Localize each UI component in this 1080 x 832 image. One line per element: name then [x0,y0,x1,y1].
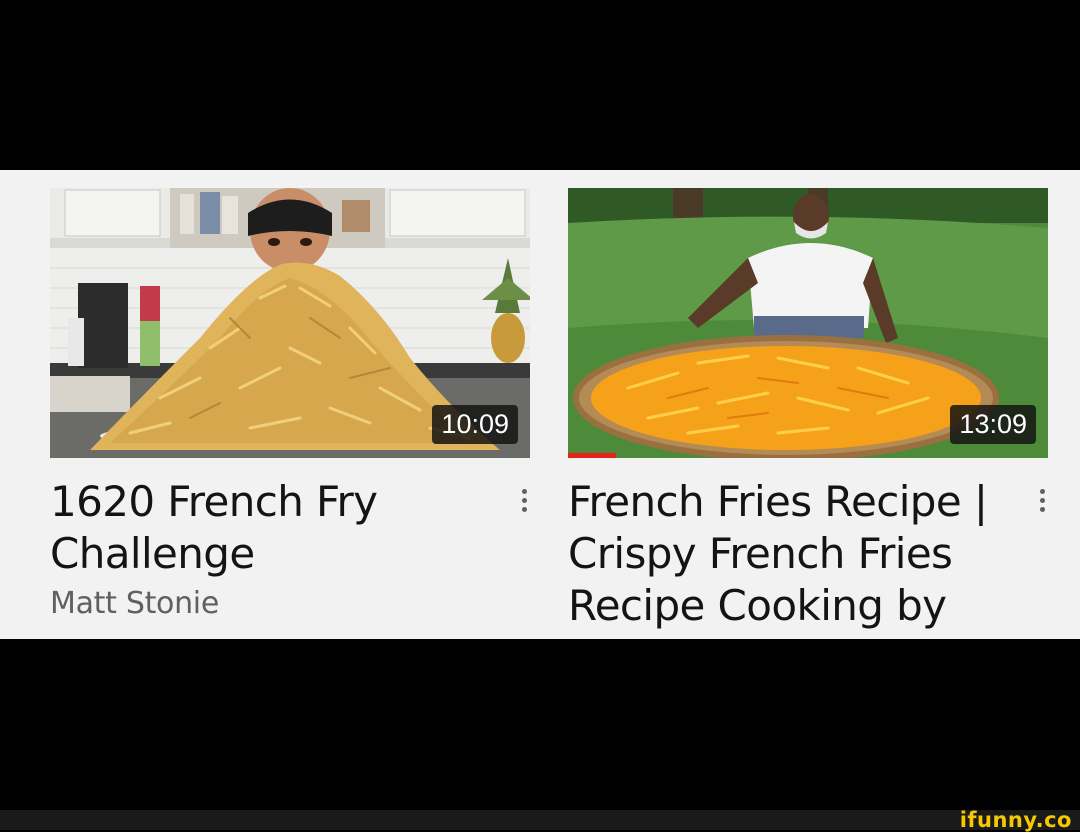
more-vert-icon[interactable] [512,480,536,520]
more-dot [1039,497,1045,503]
more-dot [521,506,527,512]
video-title-1[interactable]: 1620 French Fry Challenge [50,476,490,580]
video-card-2[interactable]: 13:09 French Fries Recipe | Crispy Frenc… [568,188,1048,639]
more-vert-icon[interactable] [1030,480,1054,520]
video-thumbnail-2[interactable]: 13:09 [568,188,1048,458]
ifunny-watermark: ifunny.co [959,808,1072,832]
top-black-bar [0,0,1080,170]
more-dot [521,488,527,494]
video-channel-1[interactable]: Matt Stonie [50,586,530,621]
video-card-1[interactable]: 10:09 1620 French Fry Challenge Matt Sto… [50,188,530,621]
more-dot [1039,488,1045,494]
video-duration-1: 10:09 [432,405,518,444]
video-results-panel: 10:09 1620 French Fry Challenge Matt Sto… [0,170,1080,639]
more-dot [1039,506,1045,512]
more-dot [521,497,527,503]
video-duration-2: 13:09 [950,405,1036,444]
watch-progress-bar [568,453,616,458]
video-thumbnail-1[interactable]: 10:09 [50,188,530,458]
video-title-2[interactable]: French Fries Recipe | Crispy French Frie… [568,476,1008,639]
bottom-black-bar [0,639,1080,810]
footer-strip [0,810,1080,830]
